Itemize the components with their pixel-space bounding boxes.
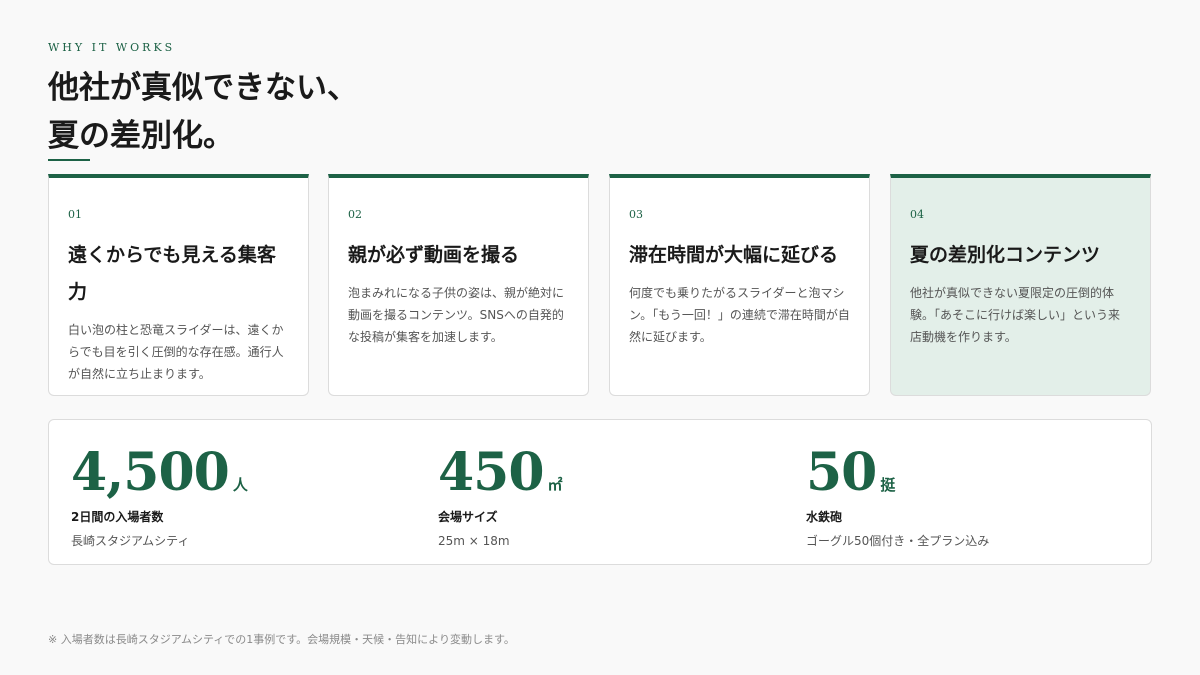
card-title: 夏の差別化コンテンツ: [910, 244, 1101, 266]
stat-label: 会場サイズ: [438, 510, 498, 524]
stats-panel: 4,500 人 2日間の入場者数 長崎スタジアムシティ 450 ㎡ 会場サイズ 25…: [48, 419, 1152, 565]
feature-card-4: 04 夏の差別化コンテンツ 他社が真似できない夏限定の圧倒的体験。「あそこに行け…: [890, 174, 1151, 396]
headline-line-2: 夏の差別化。: [48, 118, 234, 154]
stat-water-guns: 50 挺 水鉄砲 ゴーグル50個付き・全プラン込み: [806, 442, 989, 551]
headline-underline: [48, 159, 90, 161]
section-eyebrow: WHY IT WORKS: [48, 41, 176, 54]
card-description: 何度でも乗りたがるスライダーと泡マシン。「もう一回！」の連続で滞在時間が自然に延…: [629, 286, 850, 344]
stat-unit: 人: [232, 476, 248, 494]
stat-label: 2日間の入場者数: [71, 510, 164, 524]
stat-subtext: 25m × 18m: [438, 534, 510, 548]
card-number: 01: [68, 208, 82, 221]
stat-value: 50: [806, 442, 877, 503]
feature-card-1: 01 遠くからでも見える集客力 白い泡の柱と恐竜スライダーは、遠くからでも目を引…: [48, 174, 309, 396]
stat-unit: ㎡: [547, 476, 563, 494]
stat-venue-size: 450 ㎡ 会場サイズ 25m × 18m: [438, 442, 563, 551]
card-title: 親が必ず動画を撮る: [348, 244, 520, 266]
card-number: 04: [910, 208, 924, 221]
card-title: 滞在時間が大幅に延びる: [629, 244, 839, 266]
stat-unit: 挺: [880, 476, 896, 494]
card-title: 遠くからでも見える集客力: [68, 244, 276, 303]
footnote: ※ 入場者数は長崎スタジアムシティでの1事例です。会場規模・天候・告知により変動…: [48, 633, 515, 646]
stat-subtext: ゴーグル50個付き・全プラン込み: [806, 534, 990, 548]
feature-card-3: 03 滞在時間が大幅に延びる 何度でも乗りたがるスライダーと泡マシン。「もう一回…: [609, 174, 870, 396]
card-number: 02: [348, 208, 362, 221]
stat-value: 450: [438, 442, 545, 503]
card-description: 白い泡の柱と恐竜スライダーは、遠くからでも目を引く圧倒的な存在感。通行人が自然に…: [68, 323, 284, 381]
section-headline: 他社が真似できない、 夏の差別化。: [48, 64, 358, 160]
stat-label: 水鉄砲: [806, 510, 843, 524]
stat-visitors: 4,500 人 2日間の入場者数 長崎スタジアムシティ: [71, 442, 248, 551]
card-description: 泡まみれになる子供の姿は、親が絶対に動画を撮るコンテンツ。SNSへの自発的な投稿…: [348, 286, 565, 344]
card-description: 他社が真似できない夏限定の圧倒的体験。「あそこに行けば楽しい」という来店動機を作…: [910, 286, 1121, 344]
feature-card-2: 02 親が必ず動画を撮る 泡まみれになる子供の姿は、親が絶対に動画を撮るコンテン…: [328, 174, 589, 396]
card-number: 03: [629, 208, 643, 221]
headline-line-1: 他社が真似できない、: [48, 70, 358, 106]
stat-subtext: 長崎スタジアムシティ: [71, 534, 190, 548]
stat-value: 4,500: [71, 442, 230, 503]
